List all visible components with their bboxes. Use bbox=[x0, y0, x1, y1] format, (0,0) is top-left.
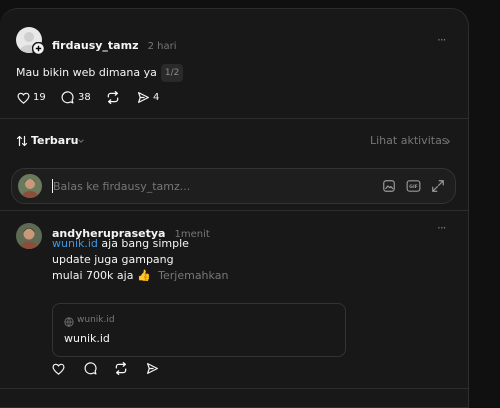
comment-body: wunik.id aja bang simple update juga gam… bbox=[52, 236, 228, 284]
divider bbox=[0, 210, 469, 211]
view-activity-link[interactable]: Lihat aktivitas bbox=[370, 134, 448, 147]
chevron-right-icon[interactable] bbox=[444, 137, 452, 146]
gif-icon[interactable]: GIF bbox=[406, 179, 421, 193]
comment-reply-icon[interactable] bbox=[84, 362, 97, 375]
sort-icon[interactable] bbox=[16, 135, 28, 147]
svg-text:GIF: GIF bbox=[409, 184, 418, 190]
globe-icon bbox=[64, 317, 74, 327]
like-count: 19 bbox=[33, 92, 46, 103]
thumbs-up-emoji: 👍 bbox=[136, 269, 151, 282]
current-user-avatar bbox=[18, 174, 42, 198]
post-page-badge: 1/2 bbox=[160, 64, 184, 82]
comment-line3-text: mulai 700k aja bbox=[52, 269, 134, 282]
post-time: 2 hari bbox=[147, 41, 177, 52]
comment-line1-text: aja bang simple bbox=[97, 237, 189, 250]
text-cursor bbox=[52, 179, 53, 193]
repost-icon[interactable] bbox=[106, 91, 120, 104]
share-icon[interactable] bbox=[137, 91, 150, 104]
comment-more-button[interactable]: ··· bbox=[437, 221, 447, 235]
share-count: 4 bbox=[153, 92, 160, 103]
chevron-down-icon[interactable] bbox=[77, 137, 85, 145]
link-preview-card[interactable]: wunik.id wunik.id bbox=[52, 303, 346, 357]
expand-icon[interactable] bbox=[431, 179, 445, 193]
divider bbox=[0, 118, 469, 119]
post-username[interactable]: firdausy_tamz bbox=[52, 39, 138, 52]
reply-box: Balas ke firdausy_tamz... GIF bbox=[11, 168, 456, 204]
sort-label[interactable]: Terbaru bbox=[31, 134, 78, 147]
comment-repost-icon[interactable] bbox=[114, 362, 128, 375]
follow-plus-icon[interactable] bbox=[32, 42, 45, 55]
comment-count: 38 bbox=[78, 92, 91, 103]
reply-input[interactable]: Balas ke firdausy_tamz... bbox=[53, 180, 190, 193]
like-icon[interactable] bbox=[17, 92, 30, 104]
post-more-button[interactable]: ··· bbox=[437, 33, 447, 47]
divider bbox=[0, 388, 469, 389]
translate-link[interactable]: Terjemahkan bbox=[158, 269, 228, 282]
thread-card: firdausy_tamz 2 hari ··· Mau bikin web d… bbox=[0, 8, 469, 408]
post-text-row: Mau bikin web dimana ya 1/2 bbox=[16, 64, 184, 82]
comment-line-2: update juga gampang bbox=[52, 253, 174, 266]
post-header: firdausy_tamz 2 hari bbox=[52, 34, 176, 53]
comment-link[interactable]: wunik.id bbox=[52, 237, 98, 250]
comment-line-3: mulai 700k aja 👍 Terjemahkan bbox=[52, 268, 228, 284]
link-preview-domain: wunik.id bbox=[77, 315, 115, 325]
comment-share-icon[interactable] bbox=[146, 362, 159, 375]
comment-line-1: wunik.id aja bang simple bbox=[52, 236, 228, 252]
comment-icon[interactable] bbox=[61, 91, 74, 104]
comment-author-avatar[interactable] bbox=[16, 223, 42, 249]
post-text: Mau bikin web dimana ya bbox=[16, 66, 157, 79]
link-preview-title: wunik.id bbox=[64, 332, 110, 345]
image-icon[interactable] bbox=[382, 179, 396, 193]
comment-like-icon[interactable] bbox=[52, 363, 65, 375]
